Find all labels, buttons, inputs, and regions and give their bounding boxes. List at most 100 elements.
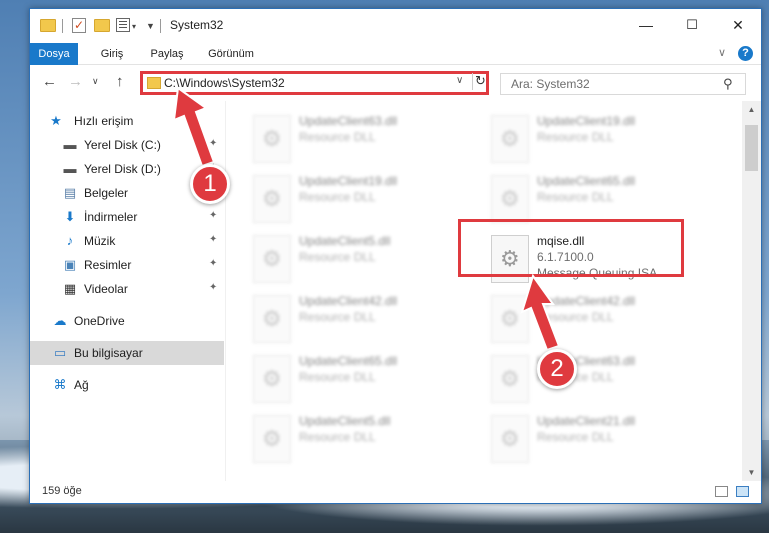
- file-type: Resource DLL: [299, 310, 376, 324]
- sidebar-item-label: Müzik: [84, 234, 116, 248]
- file-type: Resource DLL: [537, 430, 614, 444]
- dll-file-icon: ⚙: [491, 175, 529, 223]
- network-icon: ⌘: [53, 377, 67, 392]
- sidebar-item-network[interactable]: ⌘ Ağ: [30, 373, 224, 397]
- file-type: Resource DLL: [299, 250, 376, 264]
- details-view-icon[interactable]: [715, 486, 728, 497]
- search-icon[interactable]: ⚲: [723, 76, 733, 92]
- sidebar-item-label: Videolar: [84, 282, 128, 296]
- file-type: Resource DLL: [299, 130, 376, 144]
- step-badge-1: 1: [190, 164, 230, 204]
- scrollbar-thumb[interactable]: [745, 125, 758, 171]
- minimize-button[interactable]: —: [623, 9, 669, 41]
- computer-icon: ▭: [53, 345, 67, 360]
- scroll-up-arrow-icon[interactable]: ▲: [742, 101, 761, 118]
- file-name: UpdateClient65.dll: [537, 174, 636, 188]
- vertical-scrollbar[interactable]: ▲ ▼: [742, 101, 761, 481]
- file-item[interactable]: ⚙ UpdateClient63.dll Resource DLL: [249, 111, 475, 167]
- file-type: Resource DLL: [299, 430, 376, 444]
- tab-giris[interactable]: Giriş: [90, 43, 134, 65]
- sidebar-item-label: OneDrive: [74, 314, 125, 328]
- file-name: UpdateClient65.dll: [299, 354, 398, 368]
- address-bar[interactable]: C:\Windows\System32 ∨ ↻: [140, 71, 489, 95]
- dll-file-icon: ⚙: [491, 415, 529, 463]
- close-button[interactable]: ✕: [715, 9, 761, 41]
- highlight-frame: [458, 219, 684, 277]
- navigation-bar: ← → ∨ ↑ C:\Windows\System32 ∨ ↻ Ara: Sys…: [30, 65, 761, 101]
- sidebar-item-this-pc[interactable]: ▭ Bu bilgisayar: [30, 341, 224, 365]
- title-bar: ✓ ▾ ▼ System32 — ☐ ✕: [30, 9, 761, 43]
- sidebar-item-pictures[interactable]: ▣ Resimler ✦: [30, 253, 224, 277]
- file-item[interactable]: ⚙ UpdateClient19.dll Resource DLL: [249, 171, 475, 227]
- tab-dosya[interactable]: Dosya: [30, 43, 78, 65]
- sidebar-item-music[interactable]: ♪ Müzik ✦: [30, 229, 224, 253]
- sidebar-item-downloads[interactable]: ⬇ İndirmeler ✦: [30, 205, 224, 229]
- music-icon: ♪: [66, 233, 74, 248]
- dll-file-icon: ⚙: [253, 295, 291, 343]
- quick-access-menu-icon[interactable]: ▼: [146, 21, 155, 37]
- file-item[interactable]: ⚙ UpdateClient5.dll Resource DLL: [249, 411, 475, 467]
- sidebar-item-label: Belgeler: [84, 186, 129, 200]
- file-item[interactable]: ⚙ UpdateClient42.dll Resource DLL: [249, 291, 475, 347]
- ribbon-expand-icon[interactable]: ∨: [718, 46, 726, 59]
- tab-gorunum[interactable]: Görünüm: [200, 43, 262, 65]
- file-item[interactable]: ⚙ UpdateClient63.dll Resource DLL: [487, 351, 713, 407]
- folder-icon: [40, 19, 56, 32]
- sidebar-item-quick-access[interactable]: ★ Hızlı erişim: [30, 109, 224, 133]
- dll-file-icon: ⚙: [491, 355, 529, 403]
- chevron-down-icon[interactable]: ▾: [132, 22, 136, 38]
- step-badge-2: 2: [537, 349, 577, 389]
- pin-icon: ✦: [209, 258, 218, 269]
- item-count: 159 öğe: [42, 485, 82, 497]
- file-item[interactable]: ⚙ UpdateClient19.dll Resource DLL: [487, 111, 713, 167]
- drive-icon: ▬: [63, 161, 77, 176]
- large-icons-view-icon[interactable]: [736, 486, 749, 497]
- help-button[interactable]: ?: [738, 46, 753, 61]
- drive-icon: ▬: [63, 137, 77, 152]
- pin-icon: ✦: [209, 138, 218, 149]
- maximize-button[interactable]: ☐: [669, 9, 715, 41]
- tab-paylas[interactable]: Paylaş: [142, 43, 192, 65]
- file-item[interactable]: ⚙ UpdateClient42.dll Resource DLL: [487, 291, 713, 347]
- recent-locations-button[interactable]: ∨: [92, 76, 99, 87]
- sidebar-item-label: Bu bilgisayar: [74, 346, 143, 360]
- file-type: Resource DLL: [299, 190, 376, 204]
- file-type: Resource DLL: [537, 130, 614, 144]
- dll-file-icon: ⚙: [253, 235, 291, 283]
- forward-button[interactable]: →: [68, 73, 83, 90]
- pin-icon: ✦: [209, 210, 218, 221]
- file-type: Resource DLL: [537, 190, 614, 204]
- file-name: UpdateClient5.dll: [299, 414, 391, 428]
- back-button[interactable]: ←: [42, 73, 57, 90]
- file-type: Resource DLL: [299, 370, 376, 384]
- file-name: UpdateClient19.dll: [537, 114, 636, 128]
- sidebar-item-label: İndirmeler: [84, 210, 138, 224]
- file-item[interactable]: ⚙ UpdateClient5.dll Resource DLL: [249, 231, 475, 287]
- sidebar-item-label: Yerel Disk (D:): [84, 162, 161, 176]
- address-dropdown-button[interactable]: ∨: [456, 75, 463, 86]
- cloud-icon: ☁: [53, 313, 67, 328]
- file-type: Resource DLL: [537, 310, 614, 324]
- status-bar: 159 öğe: [30, 481, 761, 503]
- sidebar-item-label: Hızlı erişim: [74, 114, 134, 128]
- address-path[interactable]: C:\Windows\System32: [164, 76, 285, 90]
- separator: [62, 19, 63, 33]
- scroll-down-arrow-icon[interactable]: ▼: [742, 464, 761, 481]
- file-name: UpdateClient21.dll: [537, 414, 636, 428]
- file-item[interactable]: ⚙ UpdateClient65.dll Resource DLL: [249, 351, 475, 407]
- ribbon-tabs: Dosya Giriş Paylaş Görünüm ∨ ?: [30, 43, 761, 65]
- search-input[interactable]: Ara: System32 ⚲: [500, 73, 746, 95]
- sidebar-item-videos[interactable]: ▦ Videolar ✦: [30, 277, 224, 301]
- file-item[interactable]: ⚙ UpdateClient21.dll Resource DLL: [487, 411, 713, 467]
- file-name: UpdateClient5.dll: [299, 234, 391, 248]
- pin-icon: ✦: [209, 282, 218, 293]
- customize-icon[interactable]: [116, 18, 130, 32]
- new-folder-icon[interactable]: [94, 19, 110, 32]
- pictures-icon: ▣: [63, 257, 77, 272]
- sidebar-item-label: Ağ: [74, 378, 89, 392]
- sidebar-item-onedrive[interactable]: ☁ OneDrive: [30, 309, 224, 333]
- properties-check-icon[interactable]: ✓: [72, 18, 86, 33]
- up-button[interactable]: ↑: [116, 73, 124, 90]
- refresh-button[interactable]: ↻: [472, 73, 488, 90]
- sidebar-item-local-disk-c[interactable]: ▬ Yerel Disk (C:) ✦: [30, 133, 224, 157]
